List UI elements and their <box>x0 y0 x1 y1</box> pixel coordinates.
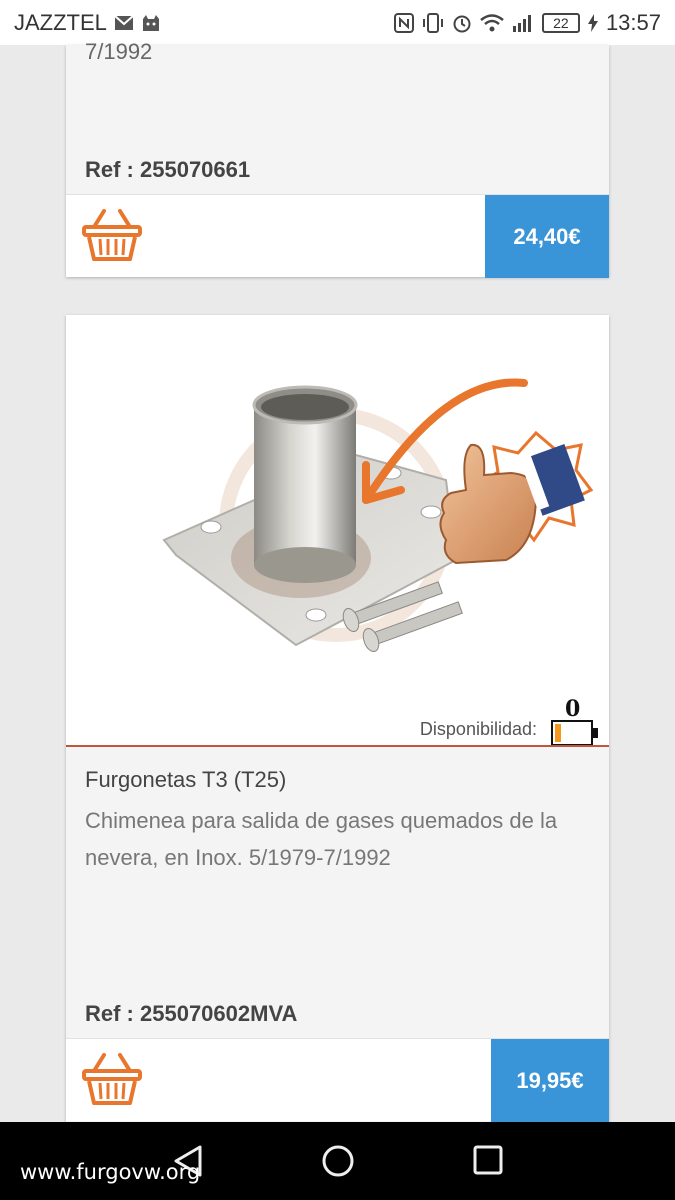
wifi-icon <box>480 13 504 32</box>
availability-label: Disponibilidad: <box>419 719 537 739</box>
stock-count: 0 <box>565 696 581 722</box>
divider <box>66 745 609 747</box>
product-title[interactable]: Furgonetas T3 (T25) <box>85 767 286 793</box>
product-image[interactable]: Disponibilidad: 0 <box>66 315 609 746</box>
signal-icon <box>512 14 534 32</box>
home-button[interactable] <box>321 1144 355 1183</box>
availability: Disponibilidad: 0 <box>419 696 599 746</box>
stock-battery-icon <box>551 720 598 746</box>
mail-icon <box>114 15 133 30</box>
charging-icon <box>587 13 598 32</box>
recents-button[interactable] <box>472 1144 504 1181</box>
alarm-icon <box>452 13 472 33</box>
carrier-label: JAZZTEL <box>14 9 107 35</box>
product-ref: Ref : 255070661 <box>85 157 251 182</box>
cat-icon <box>141 14 161 31</box>
status-left: JAZZTEL <box>14 10 161 36</box>
clock: 13:57 <box>605 9 661 35</box>
basket-icon[interactable] <box>82 207 142 263</box>
product-ref: Ref : 255070602MVA <box>85 1001 298 1026</box>
product-card[interactable]: 7/1992 Ref : 255070661 24,40€ <box>66 39 609 278</box>
product-photo <box>162 378 594 653</box>
vibrate-icon <box>422 12 444 33</box>
card-footer: 24,40€ <box>66 194 609 278</box>
card-footer: 19,95€ <box>66 1038 609 1122</box>
battery-level: 22 <box>553 14 569 31</box>
watermark-text: www.furgovw.org <box>20 1160 201 1184</box>
product-description-tail: 7/1992 <box>85 39 153 64</box>
price-button[interactable]: 24,40€ <box>485 195 609 278</box>
price-button[interactable]: 19,95€ <box>491 1039 609 1122</box>
product-description: Chimenea para salida de gases quemados d… <box>85 808 558 870</box>
nfc-icon <box>393 12 414 33</box>
status-right: 22 13:57 <box>393 9 661 36</box>
price-label: 24,40€ <box>513 223 581 249</box>
basket-icon[interactable] <box>82 1051 142 1107</box>
product-card[interactable]: Disponibilidad: 0 Furgonetas T3 (T25) Ch… <box>66 315 609 1125</box>
battery-icon: 22 <box>541 12 580 33</box>
stock-indicator: 0 <box>551 696 599 746</box>
price-label: 19,95€ <box>516 1067 584 1093</box>
